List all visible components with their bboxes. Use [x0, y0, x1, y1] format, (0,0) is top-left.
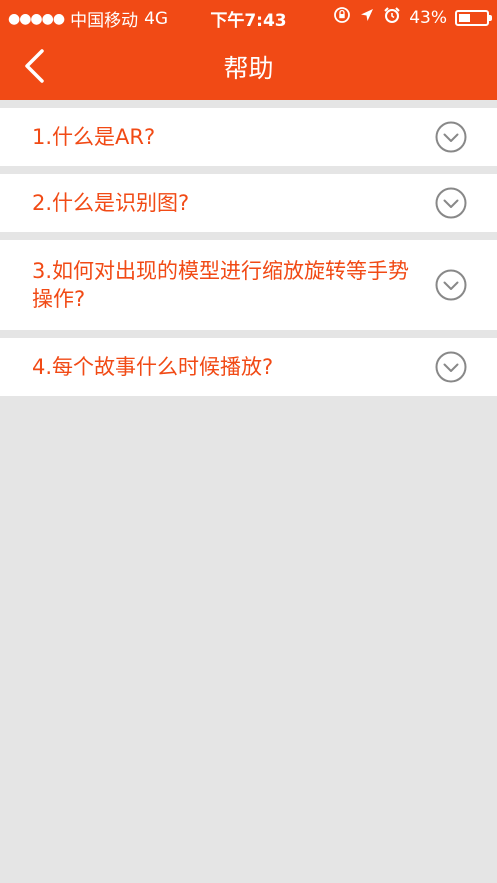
navigation-bar: 帮助: [0, 34, 497, 100]
chevron-down-icon: [435, 351, 467, 383]
faq-list: 1.什么是AR? 2.什么是识别图? 3.如何对出现的模型进行缩放旋转等手势操作…: [0, 108, 497, 404]
chevron-down-icon: [435, 121, 467, 153]
alarm-clock-icon: [383, 6, 401, 29]
status-right: 43%: [333, 6, 492, 29]
battery-icon: [455, 9, 492, 26]
faq-item-story-playback[interactable]: 4.每个故事什么时候播放?: [0, 338, 497, 396]
faq-question: 2.什么是识别图?: [32, 191, 190, 215]
faq-item-recognition-image[interactable]: 2.什么是识别图?: [0, 174, 497, 232]
chevron-down-icon: [435, 269, 467, 301]
battery-level-fill: [459, 13, 471, 22]
faq-item-gesture-operations[interactable]: 3.如何对出现的模型进行缩放旋转等手势操作?: [0, 240, 497, 330]
battery-percent: 43%: [409, 7, 447, 28]
faq-question: 1.什么是AR?: [32, 125, 156, 149]
battery-nub: [489, 14, 492, 21]
status-bar: ●●●●● 中国移动 4G 下午7:43 43%: [0, 0, 497, 34]
faq-question: 4.每个故事什么时候播放?: [32, 355, 274, 379]
faq-question: 3.如何对出现的模型进行缩放旋转等手势操作?: [32, 259, 410, 311]
location-arrow-icon: [359, 7, 375, 28]
chevron-down-icon: [435, 187, 467, 219]
page-title: 帮助: [223, 54, 274, 83]
header: ●●●●● 中国移动 4G 下午7:43 43% 帮助: [0, 0, 497, 100]
faq-item-what-is-ar[interactable]: 1.什么是AR?: [0, 108, 497, 166]
orientation-lock-icon: [333, 6, 351, 29]
